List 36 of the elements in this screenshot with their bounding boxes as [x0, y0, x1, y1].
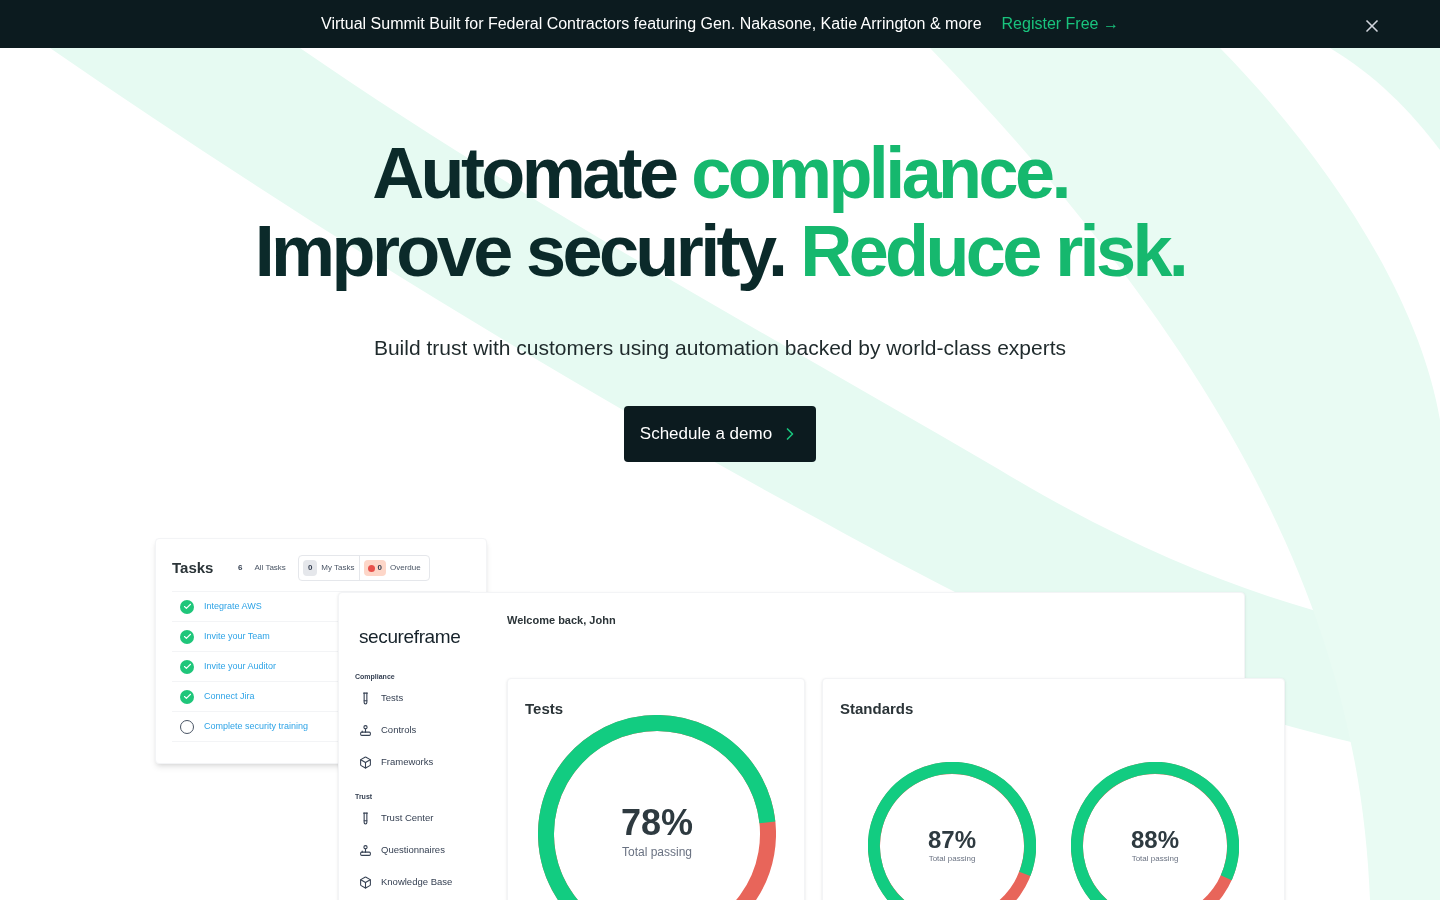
sidebar-item[interactable]: Frameworks	[359, 746, 461, 778]
percentage-value: 87%	[927, 827, 976, 853]
sidebar-item[interactable]: Controls	[359, 714, 461, 746]
banner-text: Virtual Summit Built for Federal Contractors featuring Gen. Nakasone, Katie Arrington & more	[321, 14, 982, 34]
schedule-demo-button[interactable]: Schedule a demo	[623, 405, 817, 462]
sidebar-item[interactable]: Knowledge Base	[359, 866, 461, 899]
sidebar-item[interactable]: Tests	[359, 682, 461, 714]
subtitle: Build trust with customers using automation backed by world-class experts	[373, 335, 1067, 361]
headline-text: Improve security.	[254, 212, 785, 290]
cube-icon	[359, 755, 372, 769]
percentage-value: 88%	[1130, 827, 1179, 853]
cube-icon	[359, 876, 372, 889]
alert-icon	[367, 564, 375, 572]
percentage-value: 78%	[620, 803, 694, 843]
headline-text: Reduce risk.	[800, 212, 1186, 290]
tab-label[interactable]: My Tasks	[321, 562, 355, 574]
caption-text: Total passing	[928, 853, 976, 865]
welcome-text: Welcome back, John	[507, 613, 616, 628]
headline-text: compliance.	[691, 134, 1068, 212]
tab-label[interactable]: Overdue	[390, 562, 425, 574]
sidebar-item[interactable]: Trust Center	[359, 802, 461, 835]
joystick-icon	[359, 723, 372, 737]
caption-text: Total passing	[621, 844, 692, 861]
card-title: Standards	[840, 699, 914, 719]
count-badge: 0	[302, 560, 318, 576]
caption-text: Total passing	[1131, 853, 1179, 865]
headline-text: Automate	[372, 134, 676, 212]
register-link[interactable]: Register Free →	[1001, 12, 1119, 36]
count-text: 6	[238, 562, 243, 574]
logo-text: secureframe	[359, 625, 461, 649]
overdue-badge: 0	[363, 560, 386, 576]
card-title: Tests	[525, 699, 564, 719]
tasks-title: Tasks	[172, 557, 215, 578]
joystick-icon	[359, 844, 372, 857]
tab-label: All Tasks	[254, 562, 286, 574]
sidebar-item[interactable]: Questionnaires	[359, 834, 461, 867]
